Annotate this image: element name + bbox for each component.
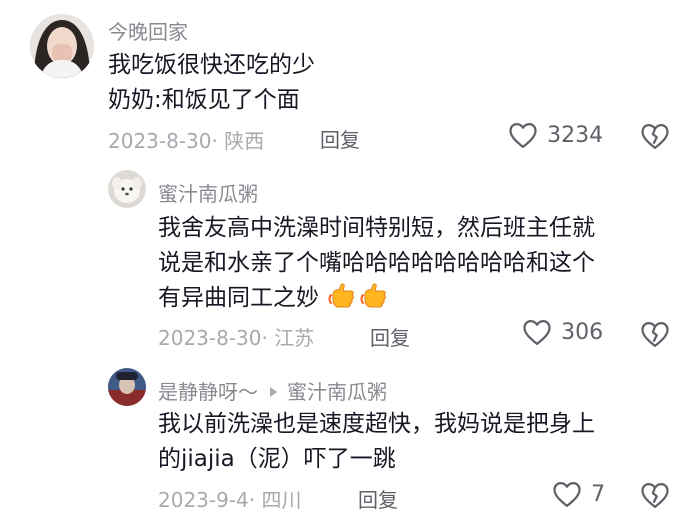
heart-outline-icon — [523, 320, 551, 345]
like-button[interactable]: 7 — [552, 480, 605, 512]
comment-text: 我舍友高中洗澡时间特别短，然后班主任就 说是和水亲了个嘴哈哈哈哈哈哈哈哈和这个 … — [158, 211, 595, 316]
comment-username: 是静静呀～ 蜜汁南瓜粥 — [158, 376, 387, 405]
like-count: 306 — [561, 319, 604, 345]
dislike-button[interactable] — [640, 122, 670, 154]
broken-heart-icon — [641, 322, 669, 347]
broken-heart-icon — [641, 483, 669, 508]
comment-location: 陕西 — [224, 129, 265, 153]
avatar[interactable] — [30, 14, 94, 78]
comment-text-line: 说是和水亲了个嘴哈哈哈哈哈哈哈哈和这个 — [158, 250, 595, 276]
broken-heart-icon — [641, 124, 669, 149]
like-button[interactable]: 3234 — [508, 121, 603, 153]
comment-location: 四川 — [261, 488, 302, 512]
reply-arrow-icon — [270, 387, 277, 397]
comment-date: 2023-8-30 — [158, 326, 262, 350]
comment-text-line: 我吃饭很快还吃的少 — [108, 52, 315, 78]
comment-text-line: 奶奶:和饭见了个面 — [108, 87, 300, 113]
comment-date: 2023-9-4 — [158, 488, 249, 512]
replied-to-user[interactable]: 蜜汁南瓜粥 — [287, 380, 387, 404]
dislike-button[interactable] — [640, 320, 670, 352]
comment-text-line: 我舍友高中洗澡时间特别短，然后班主任就 — [158, 215, 595, 241]
reply-author[interactable]: 是静静呀～ — [158, 380, 258, 404]
avatar-photo — [108, 170, 146, 208]
comment-username[interactable]: 今晚回家 — [108, 16, 188, 45]
comment-date: 2023-8-30 — [108, 129, 212, 153]
comment-text-line: 我以前洗澡也是速度超快，我妈说是把身上 — [158, 411, 595, 437]
reply-button[interactable]: 回复 — [320, 124, 360, 153]
thumbs-up-hand-emoji — [328, 283, 355, 309]
avatar[interactable] — [108, 368, 146, 406]
thumbs-up-hand-emoji — [360, 283, 387, 308]
reply-button[interactable]: 回复 — [370, 322, 410, 351]
avatar-photo — [108, 368, 146, 406]
heart-outline-icon — [553, 482, 581, 507]
like-count: 3234 — [547, 122, 604, 148]
comment-text: 我吃饭很快还吃的少 奶奶:和饭见了个面 — [108, 48, 315, 118]
like-count: 7 — [591, 481, 606, 507]
heart-outline-icon — [509, 123, 537, 148]
comment-text: 我以前洗澡也是速度超快，我妈说是把身上 的jiajia（泥）吓了一跳 — [158, 407, 595, 477]
like-button[interactable]: 306 — [522, 318, 603, 350]
comment-username[interactable]: 蜜汁南瓜粥 — [158, 178, 258, 207]
avatar-photo — [30, 14, 94, 78]
comment-meta: 2023-8-30· 陕西 — [108, 129, 265, 153]
comment-meta: 2023-9-4· 四川 — [158, 488, 302, 512]
comment-text-line: 的jiajia（泥）吓了一跳 — [158, 446, 396, 472]
avatar[interactable] — [108, 170, 146, 208]
comment-text-line: 有异曲同工之妙 — [158, 281, 595, 316]
comment-meta: 2023-8-30· 江苏 — [158, 326, 315, 350]
reply-button[interactable]: 回复 — [358, 484, 398, 513]
comment-location: 江苏 — [274, 326, 315, 350]
dislike-button[interactable] — [640, 481, 670, 513]
